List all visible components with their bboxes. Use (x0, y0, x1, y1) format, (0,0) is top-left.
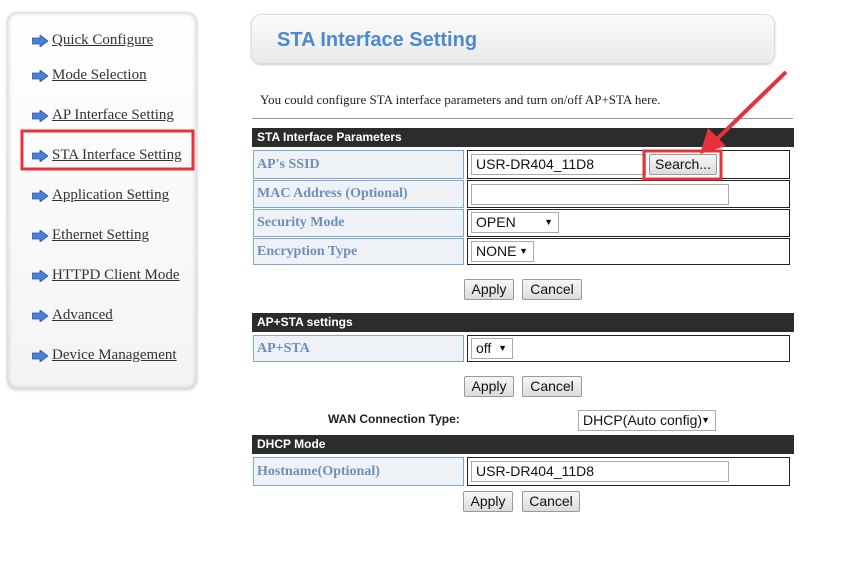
annotation-overlay (20, 70, 788, 181)
annotation-arrow-shaft (714, 70, 788, 142)
highlight-box-search (642, 149, 723, 181)
highlight-box-sidebar (20, 129, 195, 171)
